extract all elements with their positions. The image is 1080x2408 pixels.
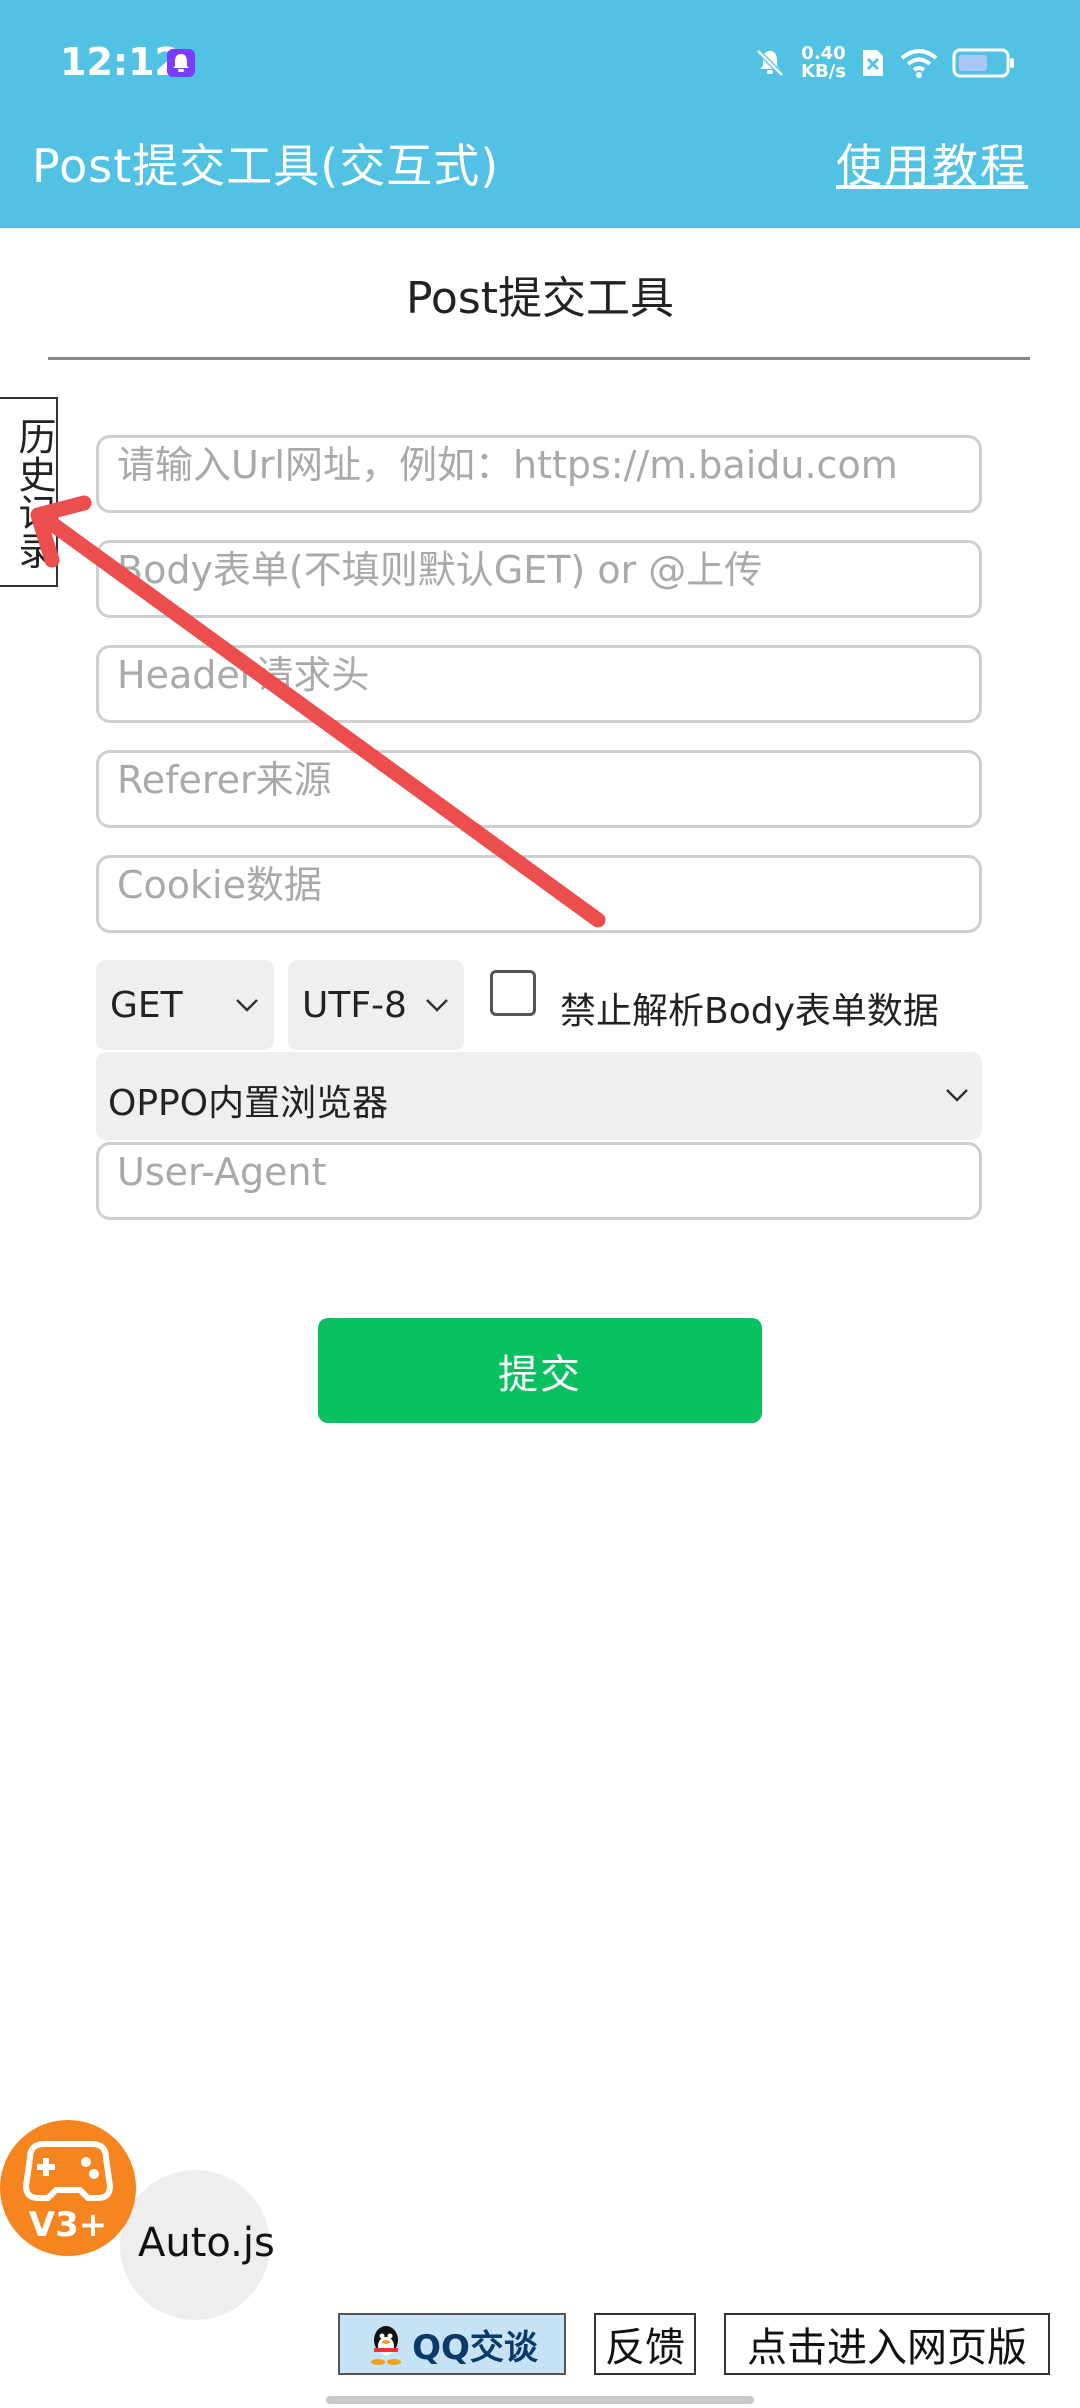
battery-icon [952, 48, 1014, 78]
tutorial-link[interactable]: 使用教程 [836, 130, 1028, 196]
charset-value: UTF-8 [302, 984, 407, 1026]
v3-game-badge[interactable]: V3+ [0, 2120, 136, 2256]
cookie-field-box [96, 855, 982, 933]
ua-field-box [96, 1142, 982, 1220]
qq-chat-label: QQ交谈 [412, 2327, 538, 2368]
web-version-button[interactable]: 点击进入网页版 [724, 2313, 1050, 2375]
no-parse-body-checkbox[interactable] [490, 970, 536, 1016]
chevron-down-icon [946, 1089, 968, 1102]
title-divider [48, 357, 1030, 360]
qq-chat-button[interactable]: QQ交谈 [338, 2313, 566, 2375]
home-indicator[interactable] [326, 2396, 754, 2404]
wifi-icon [900, 49, 938, 78]
header-input[interactable] [99, 648, 979, 720]
feedback-button[interactable]: 反馈 [594, 2313, 696, 2375]
url-input[interactable] [99, 438, 979, 510]
qq-penguin-icon [371, 2326, 402, 2365]
network-speed: 0.40 KB/s [801, 43, 846, 82]
chevron-down-icon [236, 999, 258, 1012]
referer-field-box [96, 750, 982, 828]
status-time: 12:12 [60, 40, 181, 84]
user-agent-input[interactable] [99, 1145, 979, 1217]
referer-input[interactable] [99, 753, 979, 825]
url-field-box [96, 435, 982, 513]
body-field-box [96, 540, 982, 618]
status-icons: 0.40 KB/s [753, 40, 1016, 86]
bell-muted-icon [756, 49, 784, 77]
cookie-input[interactable] [99, 858, 979, 930]
page-title: Post提交工具 [405, 273, 675, 324]
body-input[interactable] [99, 543, 979, 615]
app-title: Post提交工具(交互式) [32, 139, 500, 193]
charset-select[interactable]: UTF-8 [288, 960, 464, 1050]
header-field-box [96, 645, 982, 723]
no-parse-body-label: 禁止解析Body表单数据 [560, 991, 939, 1032]
sim-off-icon [863, 50, 883, 76]
ua-preset-value: OPPO内置浏览器 [108, 1083, 389, 1124]
v3-badge-text: V3+ [29, 2205, 107, 2245]
history-tab[interactable]: 历史记录 [0, 397, 58, 587]
method-select[interactable]: GET [96, 960, 274, 1050]
method-value: GET [110, 984, 183, 1026]
autojs-label: Auto.js [138, 2220, 275, 2266]
notification-app-icon [167, 49, 195, 77]
gamepad-icon: V3+ [22, 2141, 114, 2245]
chevron-down-icon [426, 999, 448, 1012]
submit-button[interactable]: 提交 [318, 1318, 762, 1423]
